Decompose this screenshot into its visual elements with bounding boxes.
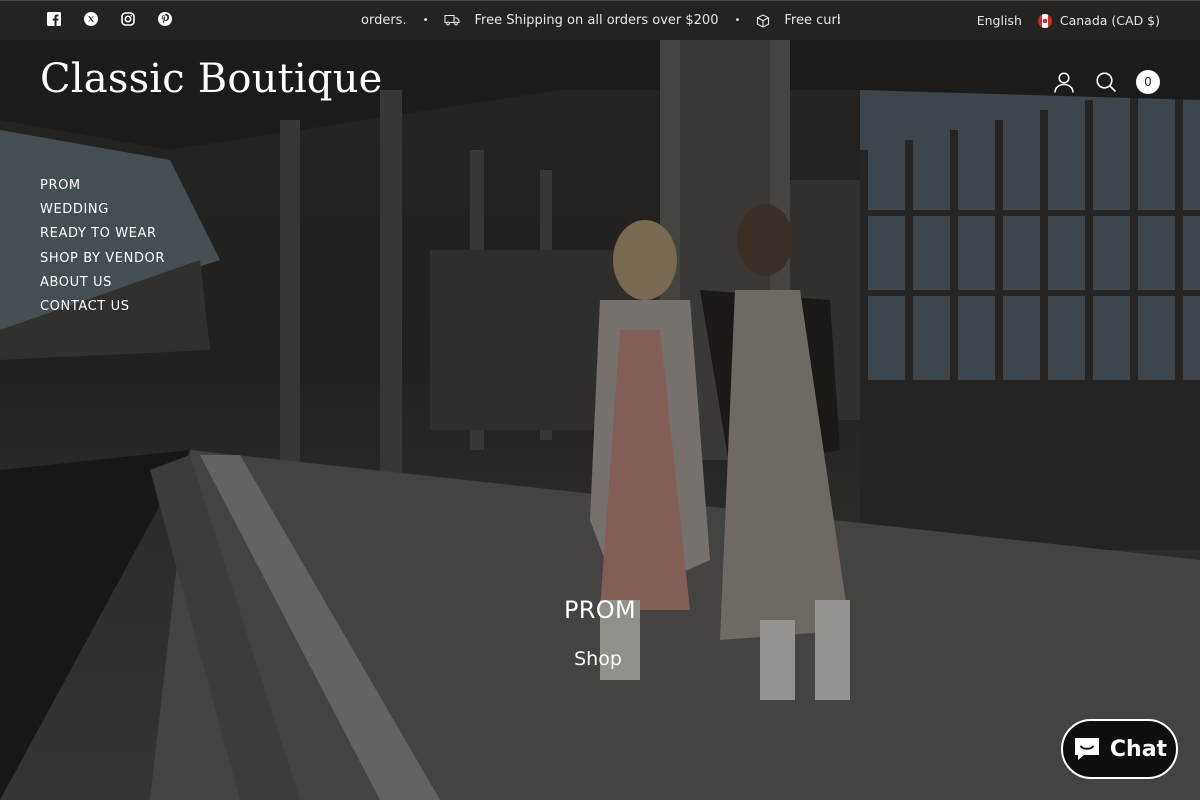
hero-dark-overlay — [0, 0, 1200, 800]
facebook-icon[interactable] — [46, 11, 61, 26]
chat-label: Chat — [1109, 736, 1168, 762]
search-icon[interactable] — [1094, 70, 1118, 94]
box-icon — [756, 13, 770, 28]
language-selector[interactable]: English — [977, 13, 1022, 28]
nav-item-prom[interactable]: PROM — [40, 174, 165, 198]
hero-background-image — [0, 0, 1200, 800]
free-shipping-message: Free Shipping on all orders over $200 — [474, 13, 719, 28]
cart-count-badge[interactable]: 0 — [1136, 70, 1160, 94]
nav-item-wedding[interactable]: WEDDING — [40, 198, 165, 222]
ticker-separator: • — [734, 15, 741, 26]
pinterest-icon[interactable] — [157, 11, 172, 26]
nav-item-shop-by-vendor[interactable]: SHOP BY VENDOR — [40, 247, 165, 271]
header-actions: 0 — [1052, 70, 1160, 94]
site-logo[interactable]: Classic Boutique — [40, 56, 383, 102]
announcement-ticker: orders. • Free Shipping on all orders ov… — [340, 1, 840, 40]
social-links — [46, 11, 172, 26]
chat-button[interactable]: Chat — [1061, 719, 1178, 779]
main-navigation: PROM WEDDING READY TO WEAR SHOP BY VENDO… — [40, 174, 165, 319]
canada-flag-icon — [1037, 13, 1052, 28]
nav-item-contact-us[interactable]: CONTACT US — [40, 295, 165, 319]
country-label: Canada (CAD $) — [1059, 13, 1160, 28]
instagram-icon[interactable] — [120, 11, 135, 26]
ticker-separator: • — [422, 15, 429, 26]
chat-bubble-icon — [1074, 738, 1099, 760]
announcement-bar: orders. • Free Shipping on all orders ov… — [0, 0, 1200, 39]
nav-item-about-us[interactable]: ABOUT US — [40, 271, 165, 295]
x-twitter-icon[interactable] — [83, 11, 98, 26]
locale-selectors: English Canada (CAD $) — [977, 1, 1160, 40]
announcement-fragment: orders. — [361, 13, 407, 28]
account-icon[interactable] — [1052, 70, 1076, 94]
hero-title: PROM — [564, 596, 636, 624]
truck-icon — [444, 14, 461, 28]
hero-shop-link[interactable]: Shop — [560, 648, 636, 670]
curbside-message: Free curbside , — [784, 13, 840, 28]
nav-item-ready-to-wear[interactable]: READY TO WEAR — [40, 222, 165, 246]
country-selector[interactable]: Canada (CAD $) — [1037, 13, 1160, 28]
